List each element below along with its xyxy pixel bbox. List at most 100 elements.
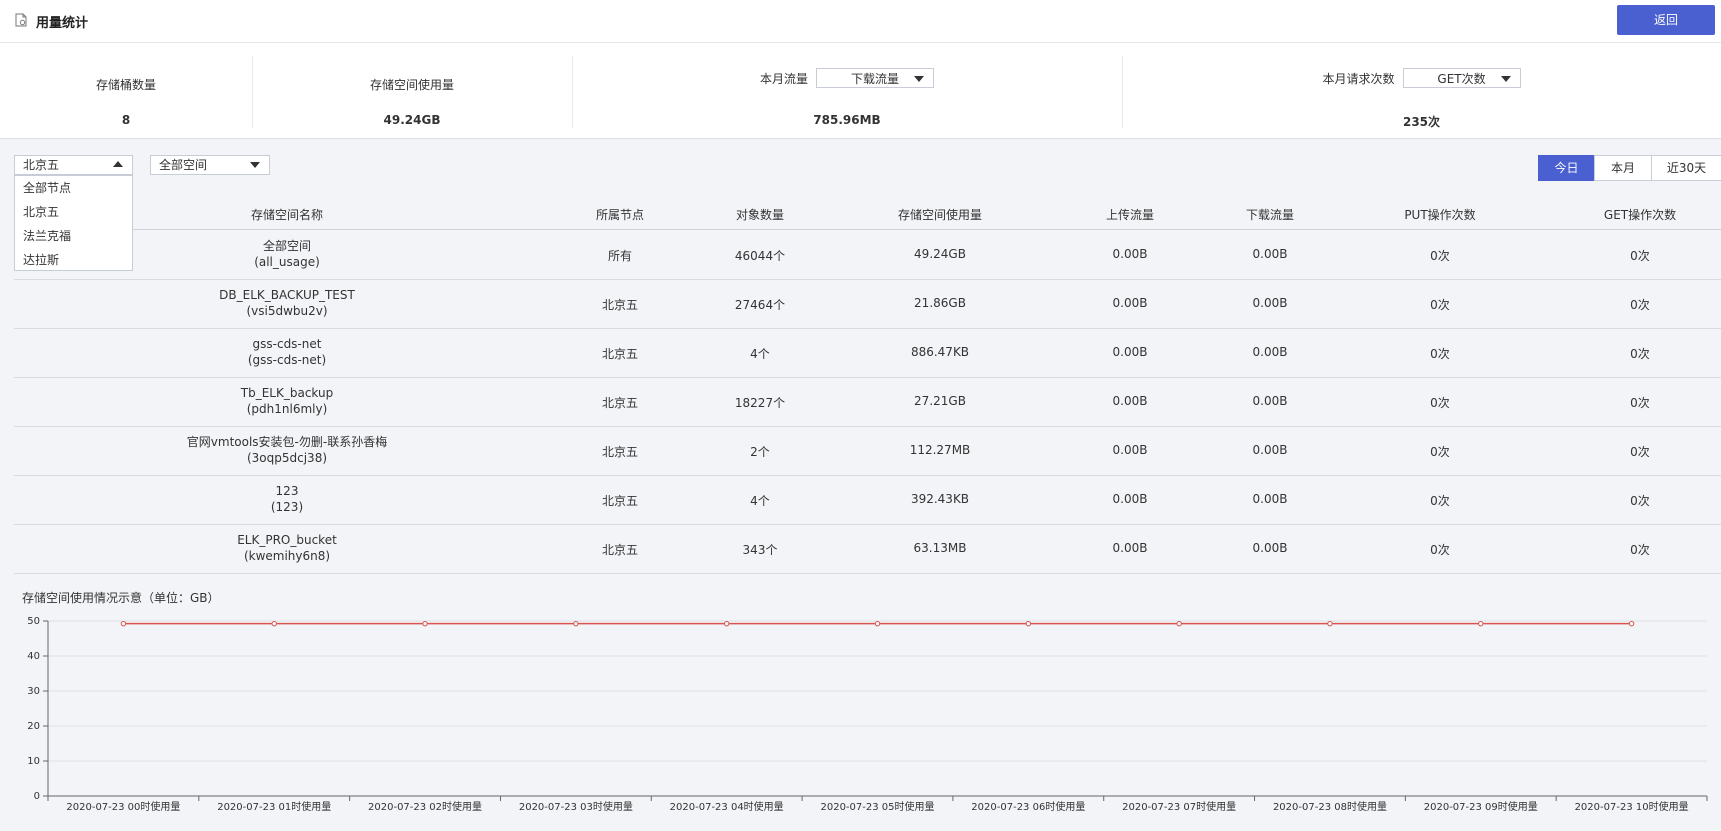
cell-node: 所有 (607, 249, 632, 263)
bucket-name-cell: ELK_PRO_bucket (kwemihy6n8) (150, 532, 424, 564)
top-bar: 用量统计 返回 (0, 0, 1721, 43)
x-tick-label: 2020-07-23 04时使用量 (670, 800, 784, 813)
cell-node: 北京五 (601, 347, 638, 361)
request-type-select[interactable]: GET次数 (1402, 68, 1521, 88)
stat-monthly-traffic: 本月流量 下载流量 785.96MB (572, 53, 1122, 128)
table-row[interactable]: ELK_PRO_bucket (kwemihy6n8) 北京五 343个 63.13MB… (14, 524, 1721, 574)
cell-put: 0次 (1430, 347, 1450, 361)
request-type-value: GET次数 (1437, 72, 1486, 86)
data-point (120, 620, 127, 627)
y-tick-label: 40 (27, 651, 40, 662)
stat-label: 存储桶数量 (95, 78, 156, 92)
stat-value: 235次 (1402, 115, 1441, 129)
table-row[interactable]: 全部空间 (all_usage) 所有 46044个 49.24GB 0.00B 0.00B… (14, 230, 1721, 280)
dropdown-option[interactable]: 全部节点 (15, 176, 132, 200)
cell-get: 0次 (1630, 494, 1650, 508)
cell-usage: 112.27MB (909, 443, 971, 457)
node-dropdown-menu: 全部节点 北京五 法兰克福 达拉斯 (14, 175, 133, 271)
cell-objects: 4个 (750, 494, 770, 508)
column-header: 上传流量 (1105, 208, 1154, 222)
bucket-name-cell: 123 (123) (150, 483, 424, 515)
column-header: 存储空间名称 (250, 208, 323, 222)
x-tick-label: 2020-07-23 02时使用量 (368, 800, 482, 813)
cell-get: 0次 (1630, 543, 1650, 557)
cell-upload: 0.00B (1112, 394, 1148, 408)
cell-download: 0.00B (1252, 541, 1288, 555)
node-select-value: 北京五 (23, 158, 60, 172)
bucket-name-cell: gss-cds-net (gss-cds-net) (150, 336, 424, 368)
cell-get: 0次 (1630, 298, 1650, 312)
table-row[interactable]: Tb_ELK_backup (pdh1nl6mly) 北京五 18227个 27.21G… (14, 377, 1721, 427)
bucket-id: (3oqp5dcj38) (246, 451, 328, 465)
usage-line-chart: 0 10 20 30 40 50 2020-07-23 00时使用量 2020-07-23 0… (27, 616, 1708, 813)
x-tick-label: 2020-07-23 10时使用量 (1575, 800, 1689, 813)
tab-this-month[interactable]: 本月 (1594, 155, 1652, 181)
cell-objects: 4个 (750, 347, 770, 361)
table-header: 存储空间名称 所属节点 对象数量 存储空间使用量 上传流量 下载流量 PUT操作… (14, 200, 1721, 230)
dropdown-option[interactable]: 达拉斯 (15, 248, 132, 272)
bucket-name-cell: 官网vmtools安装包-勿删-联系孙香梅 (3oqp5dcj38) (150, 434, 424, 466)
cell-download: 0.00B (1252, 492, 1288, 506)
stat-label: 本月请求次数 (1322, 71, 1395, 86)
traffic-type-select[interactable]: 下载流量 (816, 68, 934, 88)
cell-download: 0.00B (1252, 443, 1288, 457)
bucket-name: Tb_ELK_backup (240, 386, 334, 400)
bucket-id: (pdh1nl6mly) (246, 402, 328, 416)
bucket-name: ELK_PRO_bucket (237, 533, 337, 547)
traffic-type-value: 下载流量 (850, 72, 899, 86)
back-button[interactable]: 返回 (1617, 5, 1715, 35)
node-select[interactable]: 北京五 (14, 155, 133, 175)
data-point (723, 620, 730, 627)
table-row[interactable]: DB_ELK_BACKUP_TEST (vsi5dwbu2v) 北京五 27464个 2… (14, 279, 1721, 329)
y-tick-label: 30 (27, 686, 40, 697)
bucket-id: (vsi5dwbu2v) (246, 304, 328, 318)
bucket-name: gss-cds-net (252, 337, 322, 351)
table-row[interactable]: 123 (123) 北京五 4个 392.43KB 0.00B 0.00B 0次 0次 (14, 475, 1721, 525)
data-point (1478, 620, 1484, 627)
cell-upload: 0.00B (1112, 492, 1148, 506)
space-select[interactable]: 全部空间 (150, 155, 270, 175)
cell-node: 北京五 (601, 445, 638, 459)
data-point (874, 620, 881, 627)
tab-today[interactable]: 今日 (1538, 155, 1595, 181)
cell-objects: 18227个 (734, 396, 786, 410)
tab-last-30-days[interactable]: 近30天 (1651, 155, 1721, 181)
column-header: 所属节点 (595, 208, 644, 222)
cell-objects: 27464个 (734, 298, 786, 312)
stat-monthly-requests: 本月请求次数 GET次数 235次 (1122, 53, 1721, 129)
column-header: 对象数量 (735, 208, 784, 222)
data-point (422, 620, 428, 627)
bucket-id: (kwemihy6n8) (243, 549, 331, 563)
bucket-name: DB_ELK_BACKUP_TEST (219, 288, 355, 302)
bucket-name-cell: 全部空间 (all_usage) (150, 238, 424, 270)
page-title: 用量统计 (36, 16, 89, 31)
table-row[interactable]: gss-cds-net (gss-cds-net) 北京五 4个 886.47KB 0.0… (14, 328, 1721, 378)
stat-storage-usage: 存储空间使用量 49.24GB (252, 53, 572, 128)
x-tick-label: 2020-07-23 07时使用量 (1122, 800, 1236, 813)
cell-usage: 63.13MB (913, 541, 967, 555)
data-point (573, 620, 579, 627)
x-tick-label: 2020-07-23 08时使用量 (1273, 800, 1387, 813)
cell-node: 北京五 (601, 298, 638, 312)
table-row[interactable]: 官网vmtools安装包-勿删-联系孙香梅 (3oqp5dcj38) 北京五 2个 11… (14, 426, 1721, 476)
cell-get: 0次 (1630, 445, 1650, 459)
x-tick-label: 2020-07-23 00时使用量 (66, 800, 180, 813)
cell-upload: 0.00B (1112, 345, 1148, 359)
cell-upload: 0.00B (1112, 247, 1148, 261)
y-tick-label: 20 (27, 721, 40, 732)
bucket-name-cell: DB_ELK_BACKUP_TEST (vsi5dwbu2v) (150, 287, 424, 319)
cell-put: 0次 (1430, 249, 1450, 263)
y-tick-label: 0 (34, 791, 40, 802)
dropdown-option[interactable]: 法兰克福 (15, 224, 132, 248)
stat-value: 49.24GB (383, 113, 441, 127)
cell-usage: 21.86GB (914, 296, 966, 310)
chevron-down-icon (250, 162, 260, 168)
space-select-value: 全部空间 (159, 158, 208, 172)
cell-usage: 27.21GB (914, 394, 966, 408)
cell-get: 0次 (1630, 347, 1650, 361)
cell-usage: 392.43KB (910, 492, 970, 506)
chevron-down-icon (914, 76, 924, 82)
column-header: 存储空间使用量 (897, 208, 982, 222)
stat-value: 8 (121, 113, 131, 127)
dropdown-option[interactable]: 北京五 (15, 200, 132, 224)
